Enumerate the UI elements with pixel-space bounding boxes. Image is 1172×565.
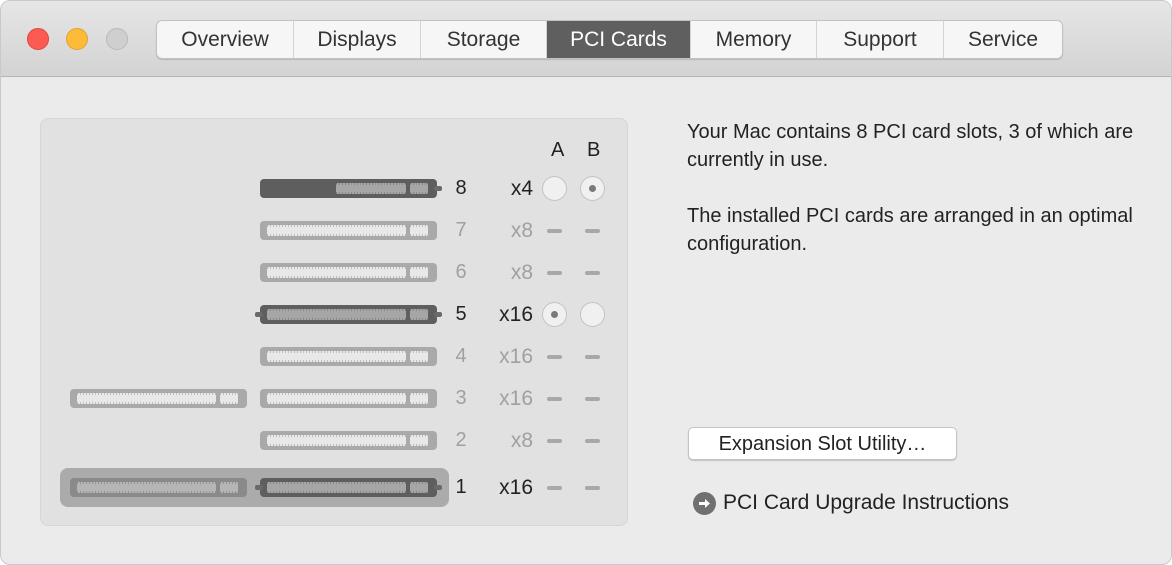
connector-key-pins <box>410 183 428 194</box>
connector-key-pins <box>220 482 238 493</box>
card-bracket <box>434 186 442 191</box>
radio-selected-dot <box>589 185 596 192</box>
connector-pins <box>267 309 406 320</box>
tab-memory[interactable]: Memory <box>691 21 817 58</box>
slot-number: 3 <box>455 387 467 409</box>
connector-key-pins <box>410 267 428 278</box>
slot-lane-width: x8 <box>510 429 533 452</box>
pci-upgrade-instructions-label: PCI Card Upgrade Instructions <box>723 491 1009 514</box>
bank-b-unavailable-dash <box>585 271 600 275</box>
tab-displays[interactable]: Displays <box>294 21 421 58</box>
bank-b-radio[interactable] <box>580 176 605 201</box>
zoom-button[interactable] <box>106 28 128 50</box>
pci-slot-1-card[interactable] <box>260 478 437 497</box>
slot-row-3: 3 x16 <box>1 387 641 419</box>
tab-pci-cards[interactable]: PCI Cards <box>547 21 691 58</box>
slot-row-2: 2 x8 <box>1 429 641 461</box>
slot-number: 8 <box>455 177 467 199</box>
bank-b-unavailable-dash <box>585 229 600 233</box>
pci-slot-1-adjacent-space[interactable] <box>70 478 247 497</box>
slot-summary-text: Your Mac contains 8 PCI card slots, 3 of… <box>687 121 1134 171</box>
slot-lane-width: x16 <box>499 345 533 368</box>
pci-upgrade-instructions-link[interactable]: PCI Card Upgrade Instructions <box>693 490 1009 516</box>
slot-number: 5 <box>455 303 467 325</box>
system-information-window: Overview Displays Storage PCI Cards Memo… <box>0 0 1172 565</box>
bank-b-unavailable-dash <box>585 439 600 443</box>
connector-key-pins <box>410 482 428 493</box>
bank-b-unavailable-dash <box>585 355 600 359</box>
pci-slot-8-card[interactable] <box>260 179 437 198</box>
connector-pins <box>77 393 216 404</box>
connector-pins <box>336 183 406 194</box>
slot-lane-width: x8 <box>510 219 533 242</box>
title-bar: Overview Displays Storage PCI Cards Memo… <box>1 1 1171 77</box>
bank-a-unavailable-dash <box>547 271 562 275</box>
slot-lane-width: x8 <box>510 261 533 284</box>
slot-number: 4 <box>455 345 467 367</box>
bank-a-unavailable-dash <box>547 229 562 233</box>
close-button[interactable] <box>27 28 49 50</box>
configuration-status-text: The installed PCI cards are arranged in … <box>687 205 1133 255</box>
tab-service[interactable]: Service <box>944 21 1062 58</box>
card-bracket <box>255 312 263 317</box>
connector-key-pins <box>410 351 428 362</box>
pci-slot-5-card[interactable] <box>260 305 437 324</box>
slot-row-7: 7 x8 <box>1 219 641 251</box>
expansion-slot-utility-button[interactable]: Expansion Slot Utility… <box>688 427 957 460</box>
tab-bar: Overview Displays Storage PCI Cards Memo… <box>156 20 1063 59</box>
column-header-a: A <box>551 139 565 161</box>
connector-pins <box>267 267 406 278</box>
slot-lane-width: x16 <box>499 476 533 499</box>
arrow-right-circle-icon <box>693 491 716 515</box>
connector-key-pins <box>410 393 428 404</box>
tab-storage[interactable]: Storage <box>421 21 547 58</box>
connector-pins <box>267 435 406 446</box>
radio-selected-dot <box>551 311 558 318</box>
card-bracket <box>434 485 442 490</box>
connector-pins <box>267 393 406 404</box>
pci-slot-2-card[interactable] <box>260 431 437 450</box>
connector-pins <box>267 482 406 493</box>
bank-a-unavailable-dash <box>547 397 562 401</box>
bank-a-unavailable-dash <box>547 439 562 443</box>
pci-slot-7-card[interactable] <box>260 221 437 240</box>
bank-b-radio[interactable] <box>580 302 605 327</box>
bank-a-unavailable-dash <box>547 486 562 490</box>
bank-a-unavailable-dash <box>547 355 562 359</box>
slot-lane-width: x4 <box>510 177 533 200</box>
connector-pins <box>267 225 406 236</box>
pci-slot-3-card[interactable] <box>260 389 437 408</box>
connector-pins <box>267 351 406 362</box>
slot-number: 7 <box>455 219 467 241</box>
slot-lane-width: x16 <box>499 303 533 326</box>
slot-row-8: 8 x4 <box>1 176 641 209</box>
bank-b-unavailable-dash <box>585 486 600 490</box>
pci-slot-6-card[interactable] <box>260 263 437 282</box>
slot-row-1: 1 x16 <box>1 476 641 508</box>
slot-number: 6 <box>455 261 467 283</box>
connector-key-pins <box>410 309 428 320</box>
slot-number: 2 <box>455 429 467 451</box>
slot-row-4: 4 x16 <box>1 345 641 377</box>
bank-a-radio[interactable] <box>542 176 567 201</box>
column-header-b: B <box>587 139 601 161</box>
card-bracket <box>255 485 263 490</box>
card-bracket <box>434 312 442 317</box>
connector-pins <box>77 482 216 493</box>
bank-a-radio[interactable] <box>542 302 567 327</box>
connector-key-pins <box>410 435 428 446</box>
pci-slot-3-adjacent-space[interactable] <box>70 389 247 408</box>
tab-overview[interactable]: Overview <box>157 21 294 58</box>
pci-slot-4-card[interactable] <box>260 347 437 366</box>
slot-row-5: 5 x16 <box>1 302 641 335</box>
connector-key-pins <box>220 393 238 404</box>
connector-key-pins <box>410 225 428 236</box>
bank-b-unavailable-dash <box>585 397 600 401</box>
minimize-button[interactable] <box>66 28 88 50</box>
slot-row-6: 6 x8 <box>1 261 641 293</box>
slot-lane-width: x16 <box>499 387 533 410</box>
slot-number: 1 <box>455 476 467 498</box>
tab-support[interactable]: Support <box>817 21 944 58</box>
